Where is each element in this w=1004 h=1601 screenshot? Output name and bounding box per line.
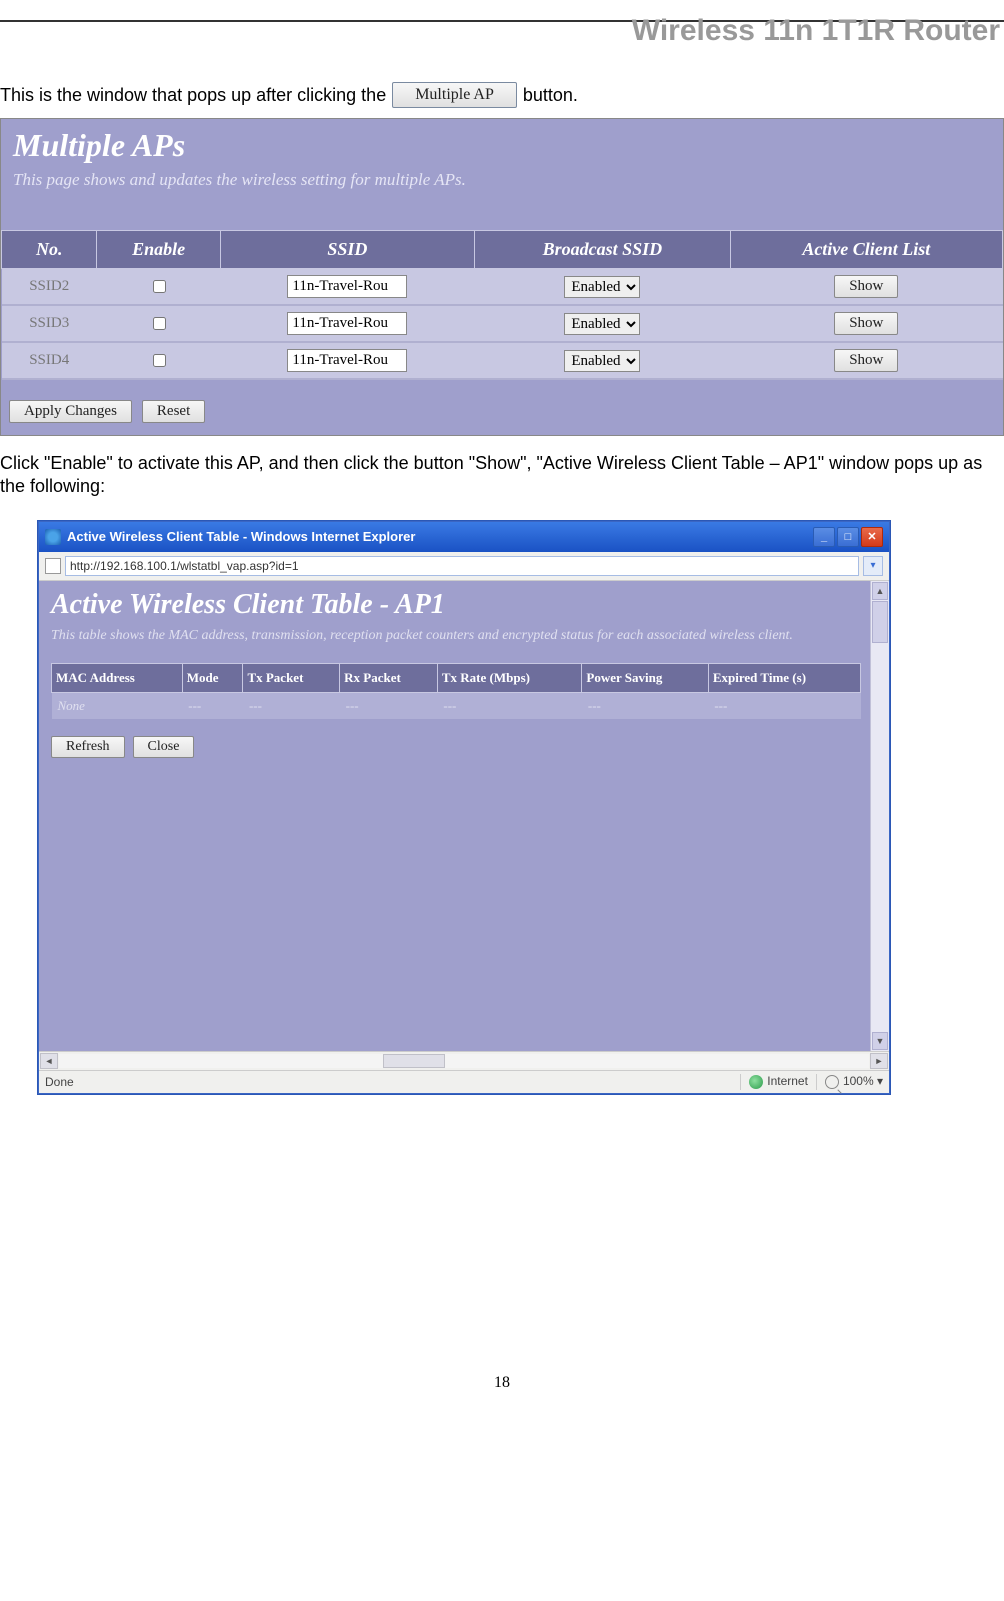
minimize-button[interactable]: _ [813,527,835,547]
client-table-title: Active Wireless Client Table - AP1 [39,581,889,625]
th-bcast: Broadcast SSID [475,231,730,269]
th-no: No. [2,231,97,269]
ssid-input[interactable] [287,275,407,298]
scroll-down-icon[interactable]: ▼ [872,1032,888,1050]
status-zone: Internet [767,1074,808,1088]
maximize-button[interactable]: □ [837,527,859,547]
multiple-aps-desc: This page shows and updates the wireless… [1,166,1003,230]
table-row: None --- --- --- --- --- --- [52,692,861,719]
cell: --- [243,692,340,719]
enable-checkbox[interactable] [153,317,166,330]
close-page-button[interactable]: Close [133,736,195,758]
th-ssid: SSID [220,231,474,269]
client-table: MAC Address Mode Tx Packet Rx Packet Tx … [51,663,861,720]
client-table-desc: This table shows the MAC address, transm… [39,625,889,663]
ie-title-text: Active Wireless Client Table - Windows I… [67,529,415,544]
th-expired: Expired Time (s) [708,663,860,692]
close-button[interactable]: ✕ [861,527,883,547]
page-title: Wireless 11n 1T1R Router [0,14,1004,52]
vertical-scrollbar[interactable]: ▲ ▼ [870,581,889,1051]
multiple-aps-screenshot: Multiple APs This page shows and updates… [0,118,1004,436]
show-button[interactable]: Show [834,312,898,335]
ie-icon [45,529,61,545]
th-enable: Enable [97,231,220,269]
page-icon [45,558,61,574]
ie-titlebar: Active Wireless Client Table - Windows I… [39,522,889,552]
hscroll-thumb[interactable] [383,1054,445,1068]
globe-icon [749,1075,763,1089]
cell: --- [182,692,243,719]
refresh-button[interactable]: Refresh [51,736,125,758]
enable-checkbox[interactable] [153,280,166,293]
row-no: SSID3 [2,305,97,342]
th-mac: MAC Address [52,663,183,692]
ap-table: No. Enable SSID Broadcast SSID Active Cl… [1,230,1003,380]
cell: None [52,692,183,719]
cell: --- [437,692,582,719]
table-row: SSID2 Enabled Show [2,269,1003,306]
reset-button[interactable]: Reset [142,400,205,423]
th-tx: Tx Packet [243,663,340,692]
hscroll-track[interactable] [59,1054,869,1068]
enable-checkbox[interactable] [153,354,166,367]
ie-addressbar: http://192.168.100.1/wlstatbl_vap.asp?id… [39,552,889,581]
status-zoom: 100% [843,1074,874,1088]
bcast-select[interactable]: Enabled [564,276,640,298]
row-no: SSID2 [2,269,97,306]
th-mode: Mode [182,663,243,692]
intro-after: button. [523,85,578,106]
ssid-input[interactable] [287,349,407,372]
scroll-right-icon[interactable]: ► [870,1053,888,1069]
bcast-select[interactable]: Enabled [564,350,640,372]
cell: --- [340,692,438,719]
table-row: SSID4 Enabled Show [2,342,1003,379]
th-power: Power Saving [582,663,708,692]
zoom-icon [825,1075,839,1089]
cell: --- [582,692,708,719]
ie-window-screenshot: Active Wireless Client Table - Windows I… [38,521,890,1094]
table-row: SSID3 Enabled Show [2,305,1003,342]
apply-changes-button[interactable]: Apply Changes [9,400,132,423]
url-field[interactable]: http://192.168.100.1/wlstatbl_vap.asp?id… [65,556,859,576]
page-number: 18 [0,1094,1004,1412]
th-rate: Tx Rate (Mbps) [437,663,582,692]
ie-statusbar: Done Internet 100% ▾ [39,1070,889,1093]
row-no: SSID4 [2,342,97,379]
bcast-select[interactable]: Enabled [564,313,640,335]
intro-text: This is the window that pops up after cl… [0,52,1004,118]
multiple-aps-title: Multiple APs [1,119,1003,166]
status-done: Done [45,1075,732,1089]
scroll-up-icon[interactable]: ▲ [872,582,888,600]
scroll-left-icon[interactable]: ◄ [40,1053,58,1069]
th-active: Active Client List [730,231,1002,269]
paragraph-2: Click "Enable" to activate this AP, and … [0,436,1004,511]
url-dropdown-icon[interactable]: ▾ [863,556,883,576]
cell: --- [708,692,860,719]
ssid-input[interactable] [287,312,407,335]
horizontal-scrollbar[interactable]: ◄ ► [39,1051,889,1070]
multiple-ap-button[interactable]: Multiple AP [392,82,517,108]
show-button[interactable]: Show [834,275,898,298]
th-rx: Rx Packet [340,663,438,692]
ie-body: Active Wireless Client Table - AP1 This … [39,581,889,1051]
scroll-thumb[interactable] [872,601,888,643]
intro-before: This is the window that pops up after cl… [0,85,386,106]
show-button[interactable]: Show [834,349,898,372]
